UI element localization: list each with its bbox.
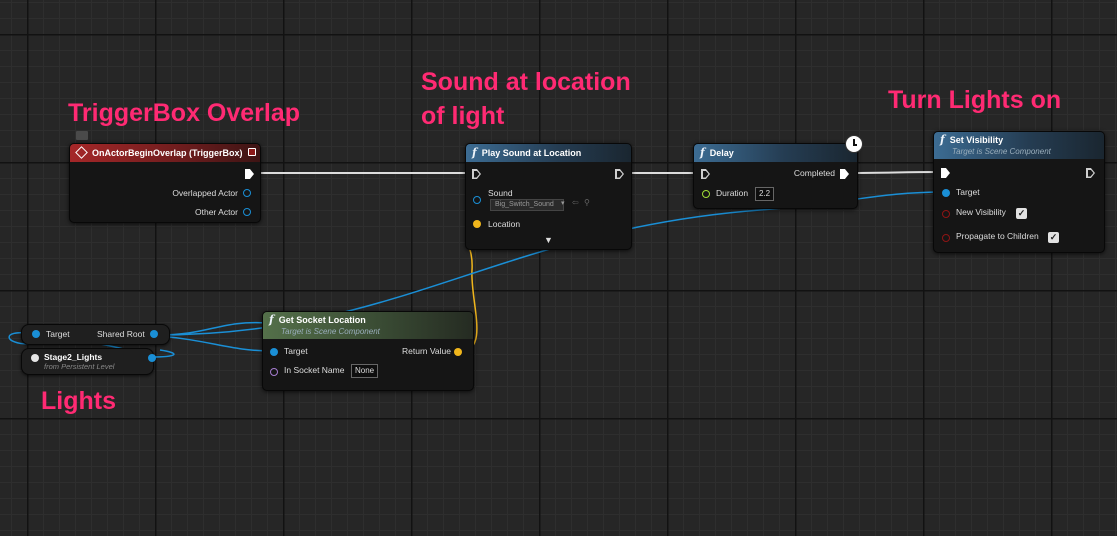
sound-use-selected-icon[interactable]: ⇦	[572, 198, 579, 207]
play-sound-exec-in-pin[interactable]	[472, 169, 481, 179]
set-visibility-exec-in-pin[interactable]	[941, 168, 950, 178]
location-pin[interactable]	[473, 220, 481, 228]
event-exec-out-pin[interactable]	[245, 169, 254, 179]
socket-name-pin[interactable]	[270, 368, 278, 376]
delay-exec-in-pin[interactable]	[701, 169, 710, 179]
stage2-lights-subtitle: from Persistent Level	[44, 362, 115, 371]
event-delegate-icon[interactable]	[248, 148, 256, 156]
stage2-lights-output-pin[interactable]	[148, 354, 156, 362]
shared-root-target-pin[interactable]	[32, 330, 40, 338]
delay-completed-exec-pin[interactable]	[840, 169, 849, 179]
event-diamond-icon	[75, 146, 88, 159]
propagate-pin[interactable]	[942, 234, 950, 242]
event-node-title: OnActorBeginOverlap (TriggerBox)	[92, 148, 243, 158]
get-socket-location-node[interactable]: f Get Socket Location Target is Scene Com…	[262, 311, 474, 391]
return-value-pin[interactable]	[454, 348, 462, 356]
get-socket-location-subtitle: Target is Scene Component	[281, 327, 380, 336]
latent-clock-icon	[845, 135, 863, 153]
exec-wire-delay-to-visibility	[847, 171, 941, 174]
other-actor-label: Other Actor	[195, 207, 238, 217]
sound-asset-select[interactable]: Big_Switch_Sound	[490, 199, 564, 211]
duration-input[interactable]: 2.2	[755, 187, 775, 201]
comment-bubble-icon[interactable]	[76, 131, 88, 140]
stage2-lights-reference-node[interactable]: Stage2_Lights from Persistent Level	[21, 348, 156, 375]
new-visibility-label: New Visibility	[956, 207, 1006, 217]
annotation-trigger: TriggerBox Overlap	[68, 99, 301, 127]
annotation-lights: Lights	[41, 387, 116, 415]
return-value-label: Return Value	[402, 346, 451, 356]
propagate-label: Propagate to Children	[956, 231, 1039, 241]
sound-dropdown-arrow-icon[interactable]: ▾	[561, 199, 565, 207]
propagate-checkbox[interactable]: ✓	[1048, 232, 1059, 243]
location-label: Location	[488, 219, 521, 229]
shared-root-target-label: Target	[46, 329, 70, 339]
set-visibility-target-label: Target	[956, 187, 980, 197]
completed-label: Completed	[793, 168, 835, 178]
duration-pin[interactable]	[702, 190, 710, 198]
function-icon: f	[940, 133, 945, 146]
annotation-turn-lights: Turn Lights on	[888, 86, 1062, 114]
advanced-expand-arrow-icon[interactable]: ▼	[544, 235, 553, 245]
play-sound-at-location-node[interactable]: f Play Sound at Location Sound Big_Switch…	[465, 143, 632, 250]
delay-node[interactable]: f Delay Completed Duration 2.2	[693, 143, 858, 209]
annotation-sound-line1: Sound at location	[421, 68, 631, 96]
object-wire-root-to-socket-target	[157, 321, 269, 336]
duration-label: Duration	[716, 188, 749, 198]
set-visibility-exec-out-pin[interactable]	[1086, 168, 1095, 178]
function-icon: f	[700, 146, 705, 159]
get-socket-location-title: Get Socket Location	[278, 315, 366, 325]
shared-root-getter-node[interactable]: Target Shared Root	[21, 324, 170, 345]
new-visibility-checkbox[interactable]: ✓	[1016, 208, 1027, 219]
shared-root-output-pin[interactable]	[150, 330, 158, 338]
delay-header[interactable]: f Delay	[694, 144, 857, 162]
overlapped-actor-pin[interactable]	[243, 189, 251, 197]
sound-label: Sound	[488, 188, 513, 198]
annotation-sound-line2: of light	[421, 102, 505, 130]
get-socket-target-label: Target	[284, 346, 308, 356]
play-sound-title: Play Sound at Location	[481, 148, 582, 158]
sound-pin[interactable]	[473, 196, 481, 204]
shared-root-output-label: Shared Root	[97, 329, 145, 339]
stage2-lights-icon	[31, 354, 39, 362]
sound-browse-icon[interactable]: ⚲	[584, 198, 590, 207]
function-icon: f	[472, 146, 477, 159]
set-visibility-title: Set Visibility	[949, 135, 1004, 145]
socket-name-label: In Socket Name	[284, 365, 345, 375]
object-wire-root-to-socket-target2	[157, 335, 273, 352]
play-sound-header[interactable]: f Play Sound at Location	[466, 144, 631, 162]
other-actor-pin[interactable]	[243, 208, 251, 216]
event-node-actor-begin-overlap[interactable]: OnActorBeginOverlap (TriggerBox) Overlap…	[69, 143, 261, 223]
set-visibility-subtitle: Target is Scene Component	[952, 147, 1051, 156]
set-visibility-target-pin[interactable]	[942, 189, 950, 197]
delay-title: Delay	[709, 148, 734, 158]
play-sound-exec-out-pin[interactable]	[615, 169, 624, 179]
get-socket-location-header[interactable]: f Get Socket Location Target is Scene Com…	[263, 312, 473, 339]
overlapped-actor-label: Overlapped Actor	[172, 188, 238, 198]
get-socket-target-pin[interactable]	[270, 348, 278, 356]
function-icon: f	[269, 313, 274, 326]
set-visibility-node[interactable]: f Set Visibility Target is Scene Componen…	[933, 131, 1105, 253]
set-visibility-header[interactable]: f Set Visibility Target is Scene Componen…	[934, 132, 1104, 159]
stage2-lights-title: Stage2_Lights	[44, 352, 103, 362]
new-visibility-pin[interactable]	[942, 210, 950, 218]
event-node-header[interactable]: OnActorBeginOverlap (TriggerBox)	[70, 144, 260, 162]
socket-name-input[interactable]: None	[351, 364, 379, 378]
